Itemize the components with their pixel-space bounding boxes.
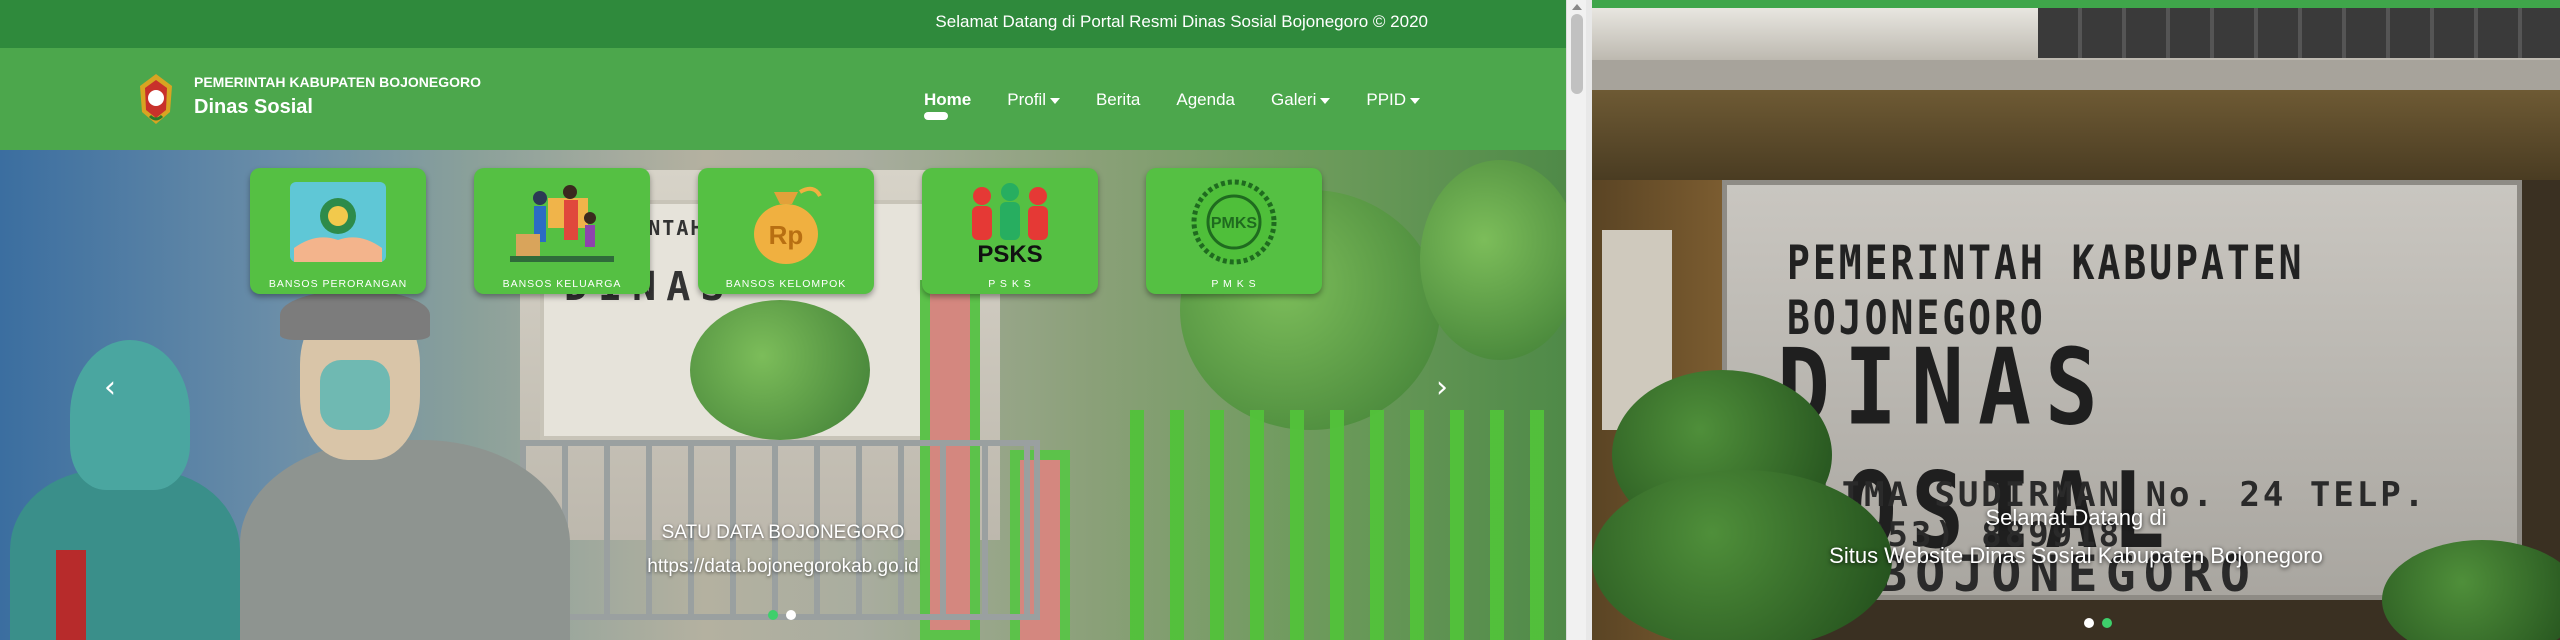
nav-berita-label: Berita [1095,90,1141,109]
tile-bansos-keluarga[interactable]: BANSOS KELUARGA [474,168,650,294]
money-bag-text: Rp [769,220,804,250]
tile-label: BANSOS PERORANGAN [268,278,408,290]
nav-agenda[interactable]: Agenda [1176,90,1235,110]
nav-galeri-label: Galeri [1271,90,1317,109]
carousel-dot-2[interactable] [2102,618,2112,628]
welcome-text: Selamat Datang di Portal Resmi Dinas Sos… [935,12,1428,31]
nav-home-label: Home [924,90,972,109]
family-icon [510,185,614,262]
slide-caption: Selamat Datang di Situs Website Dinas So… [1592,505,2560,569]
carousel-dot-2[interactable] [786,610,796,620]
tile-pmks[interactable]: PMKS P M K S [1146,168,1322,294]
nav-agenda-label: Agenda [1176,90,1236,109]
cap-illustration [280,290,430,340]
top-accent-bar [1592,0,2560,8]
hands-money-icon [290,182,386,262]
wood-panel-image [1592,90,2560,180]
carousel-indicators [768,610,796,620]
carousel-dot-1[interactable] [2084,618,2094,628]
tile-label: BANSOS KELUARGA [502,278,622,290]
pmks-seal-icon: PMKS [1191,179,1277,265]
person-head-illustration [70,340,190,490]
scroll-thumb[interactable] [1571,14,1583,94]
right-window: PEMERINTAH KABUPATEN BOJONEGORO DINAS SO… [1592,0,2560,640]
money-bag-icon: Rp [754,186,822,264]
tree-image [1420,160,1566,360]
nav-profil-label: Profil [1007,90,1046,109]
top-bar: Selamat Datang di Portal Resmi Dinas Sos… [0,0,1566,48]
nav-berita[interactable]: Berita [1096,90,1140,110]
vertical-scrollbar[interactable] [1566,0,1586,640]
carousel-next-icon[interactable]: › [1436,370,1448,405]
caption-line-1: Selamat Datang di [1985,505,2167,530]
left-window: Selamat Datang di Portal Resmi Dinas Sos… [0,0,1566,640]
brand-top-text: PEMERINTAH KABUPATEN BOJONEGORO [194,74,482,90]
tile-label: P S K S [988,278,1032,290]
tile-bansos-perorangan[interactable]: BANSOS PERORANGAN [250,168,426,294]
carousel-prev-icon[interactable]: ‹ [104,370,116,405]
tile-label: BANSOS KELOMPOK [725,278,847,290]
carousel-dot-1[interactable] [768,610,778,620]
navbar: PEMERINTAH KABUPATEN BOJONEGORO Dinas So… [0,48,1566,150]
caret-down-icon [1410,97,1421,104]
nav-galeri[interactable]: Galeri [1271,90,1331,110]
mask-illustration [320,360,390,430]
upper-windows-image [2038,8,2560,58]
psks-people-icon: PSKS [972,183,1048,266]
nav-ppid[interactable]: PPID [1366,90,1421,110]
caption-title: SATU DATA BOJONEGORO [661,522,905,543]
brand-main-text[interactable]: Dinas Sosial [194,96,313,119]
caption-line-2: Situs Website Dinas Sosial Kabupaten Boj… [1829,543,2323,568]
carousel-indicators [2084,618,2112,628]
caret-down-icon [1049,97,1060,104]
nav-active-indicator [924,112,948,120]
nav-profil[interactable]: Profil [1007,90,1060,110]
screen: Selamat Datang di Portal Resmi Dinas Sos… [0,0,2560,640]
pmks-text: PMKS [1211,215,1258,232]
tree-image [690,300,870,440]
hero-carousel: PEMERINTAH KAB DINAS [0,150,1566,640]
nav-ppid-label: PPID [1366,90,1407,109]
tile-psks[interactable]: PSKS P S K S [922,168,1098,294]
nav-home[interactable]: Home [924,90,972,120]
slide-caption: SATU DATA BOJONEGORO https://data.bojone… [0,522,1566,578]
tile-label: P M K S [1211,278,1257,290]
scroll-up-icon[interactable] [1572,4,1582,10]
main-nav: Home Profil Berita Agenda Galeri PPID [924,90,1456,120]
bojonegoro-logo-icon[interactable] [136,72,176,126]
tile-bansos-kelompok[interactable]: Rp BANSOS KELOMPOK [698,168,874,294]
caret-down-icon [1320,97,1331,104]
beam-image [1592,60,2560,90]
service-tiles: BANSOS PERORANGAN BANSOS KELUARGA Rp BAN… [250,168,1370,294]
caption-url: https://data.bojonegorokab.go.id [647,556,919,577]
psks-text: PSKS [977,241,1042,266]
